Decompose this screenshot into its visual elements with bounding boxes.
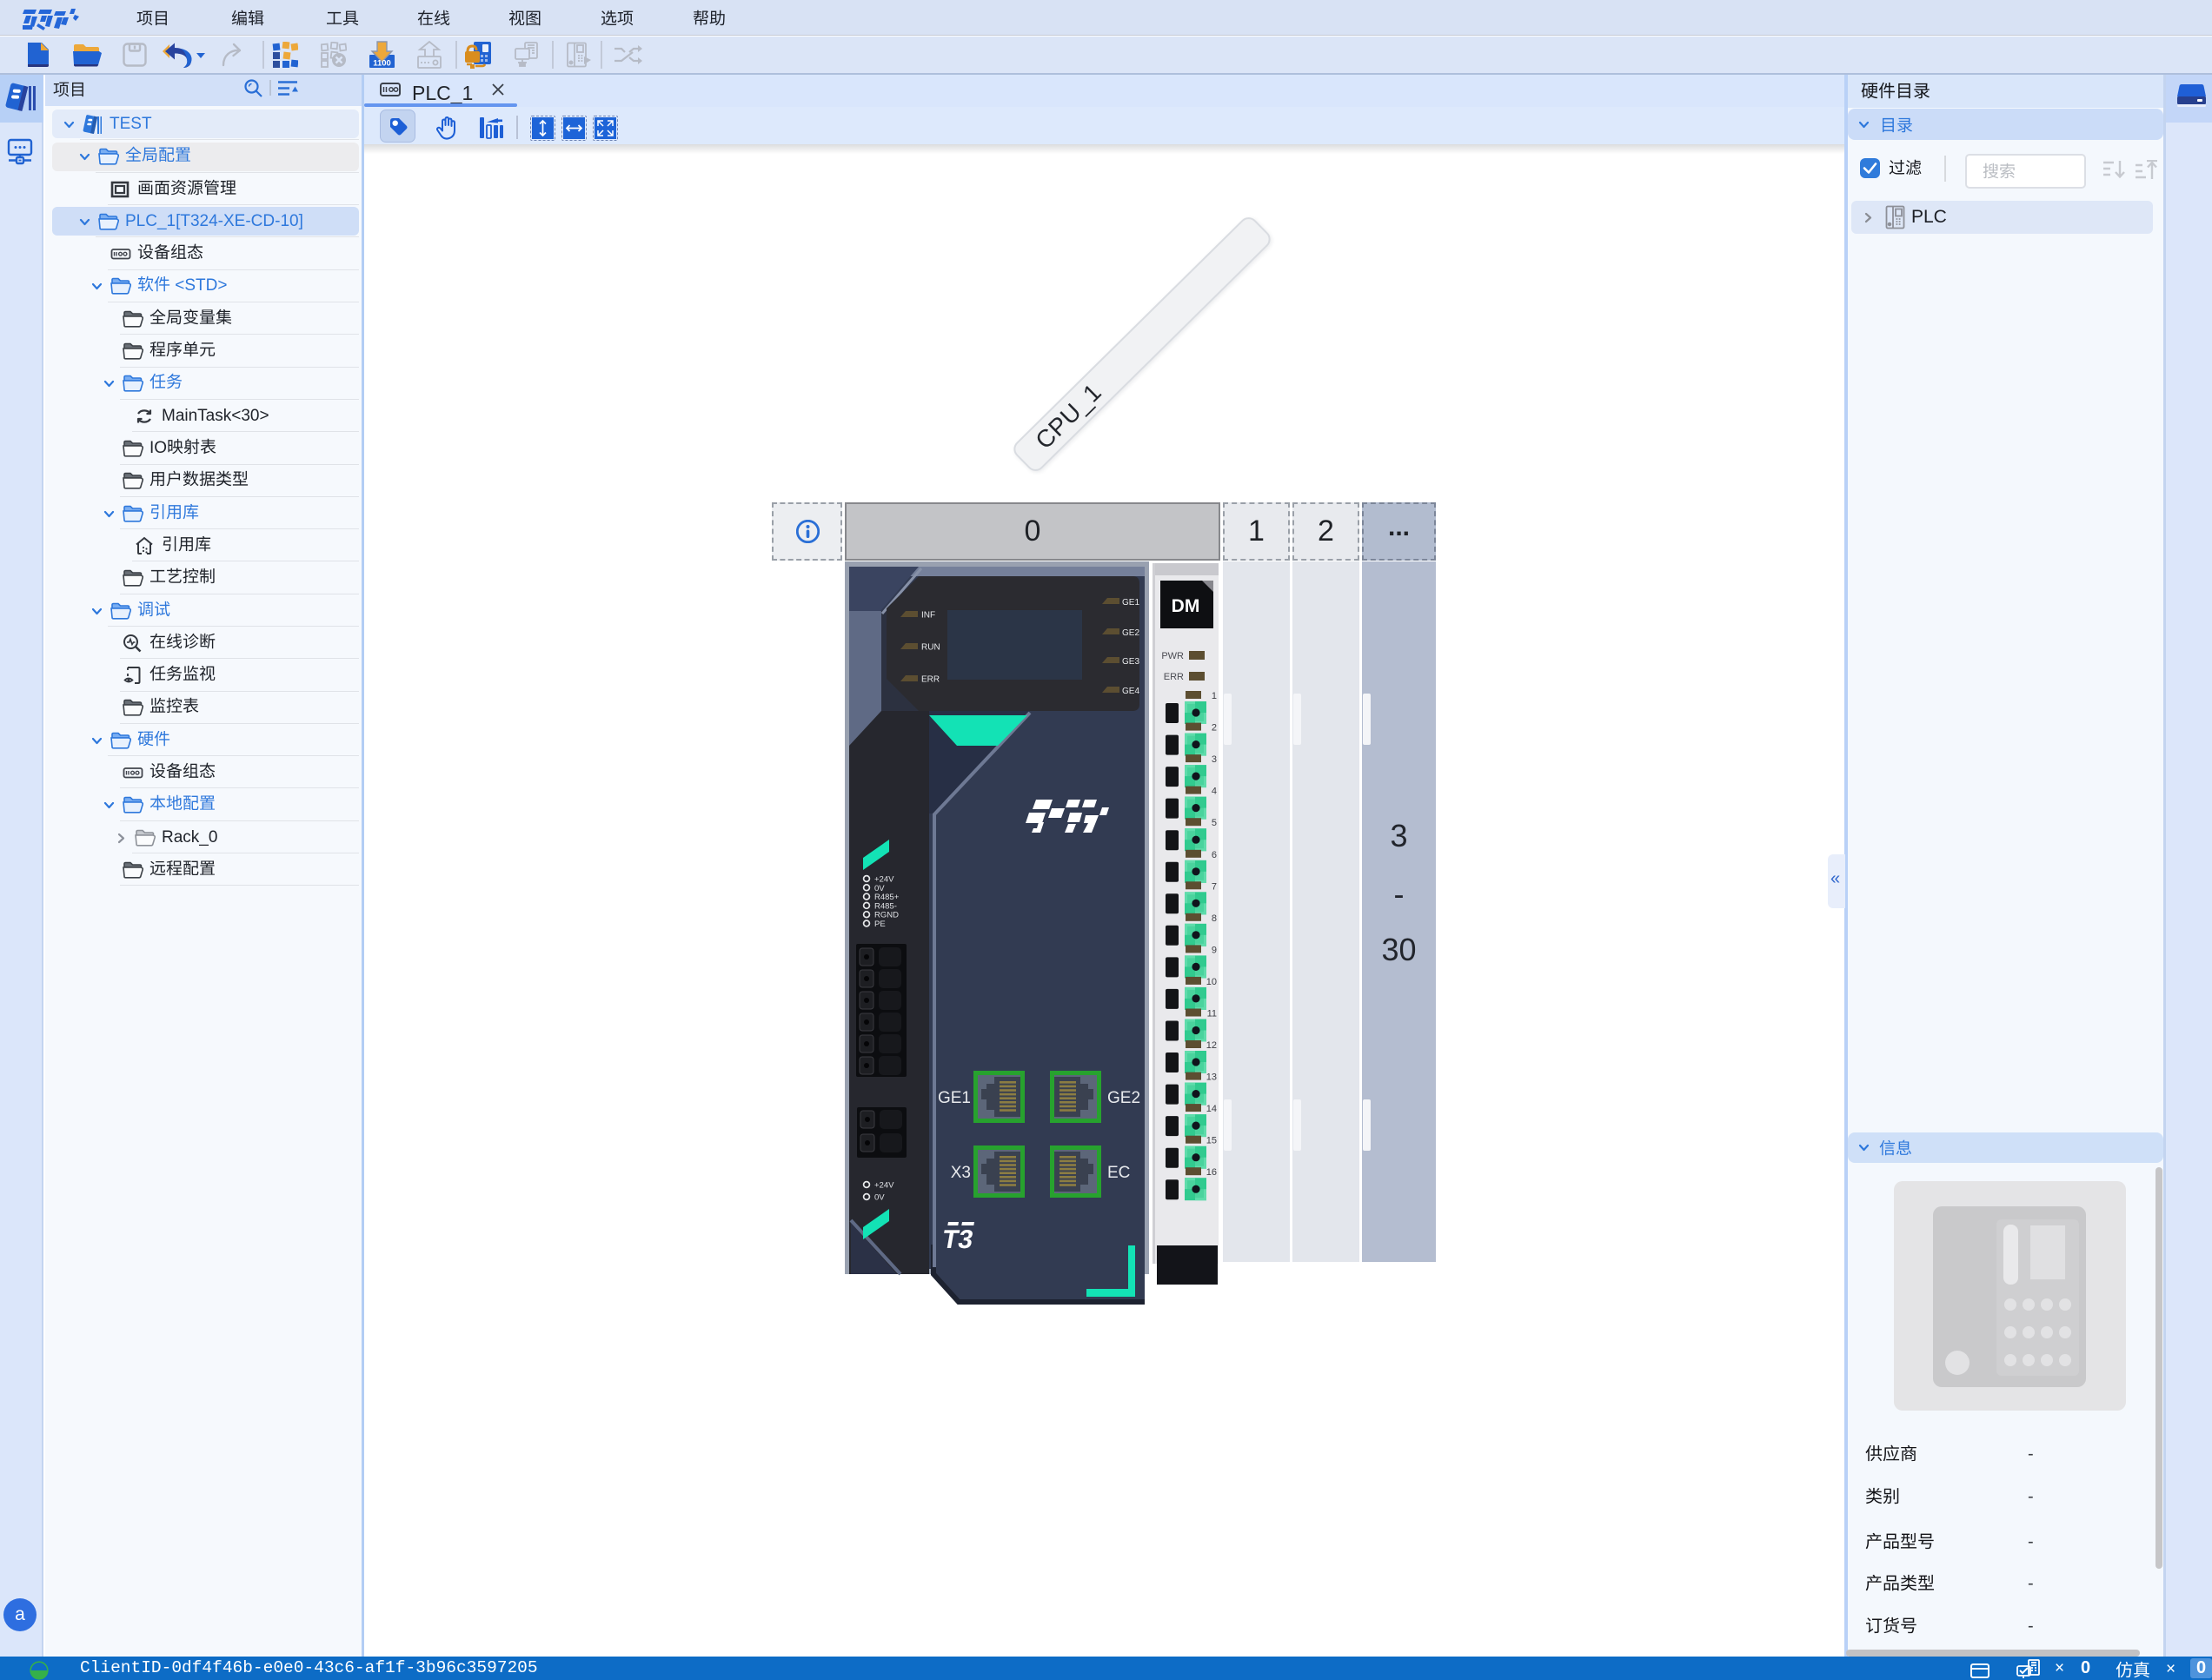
svg-text:4: 4 bbox=[1212, 787, 1217, 797]
svg-text:ERR: ERR bbox=[921, 675, 940, 685]
svg-text:5: 5 bbox=[1212, 818, 1217, 828]
svg-text:PE: PE bbox=[874, 920, 886, 929]
svg-text:GE3: GE3 bbox=[1122, 657, 1139, 667]
svg-text:10: 10 bbox=[1206, 977, 1217, 987]
svg-text:1100: 1100 bbox=[373, 59, 391, 69]
svg-text:6: 6 bbox=[1212, 850, 1217, 860]
svg-text:1: 1 bbox=[1212, 691, 1217, 701]
svg-text:2: 2 bbox=[1212, 723, 1217, 734]
svg-text:11: 11 bbox=[1207, 1009, 1217, 1019]
svg-text:GE2: GE2 bbox=[1107, 1089, 1140, 1107]
svg-text:14: 14 bbox=[1206, 1104, 1217, 1114]
svg-text:7: 7 bbox=[1212, 881, 1217, 892]
svg-text:ERR: ERR bbox=[1164, 672, 1184, 682]
svg-text:16: 16 bbox=[1206, 1167, 1217, 1178]
svg-text:12: 12 bbox=[1206, 1040, 1217, 1051]
svg-text:GE1: GE1 bbox=[1122, 598, 1139, 608]
svg-text:X3: X3 bbox=[951, 1164, 971, 1182]
svg-text:3: 3 bbox=[1212, 754, 1217, 765]
svg-text:PWR: PWR bbox=[1161, 651, 1184, 661]
svg-text:GE1: GE1 bbox=[938, 1089, 971, 1107]
svg-text:DM: DM bbox=[1172, 596, 1200, 616]
svg-text:GE2: GE2 bbox=[1122, 628, 1139, 638]
svg-text:INF: INF bbox=[921, 611, 935, 621]
svg-text:0V: 0V bbox=[874, 1193, 885, 1203]
svg-text:9: 9 bbox=[1212, 945, 1217, 955]
svg-text:EC: EC bbox=[1107, 1164, 1130, 1182]
svg-text:+24V: +24V bbox=[874, 1181, 894, 1191]
svg-text:T3: T3 bbox=[940, 1225, 975, 1254]
svg-text:13: 13 bbox=[1206, 1072, 1217, 1083]
svg-text:GE4: GE4 bbox=[1122, 687, 1139, 696]
svg-text:8: 8 bbox=[1212, 913, 1217, 924]
svg-text:15: 15 bbox=[1206, 1136, 1217, 1146]
svg-text:RUN: RUN bbox=[921, 643, 940, 653]
